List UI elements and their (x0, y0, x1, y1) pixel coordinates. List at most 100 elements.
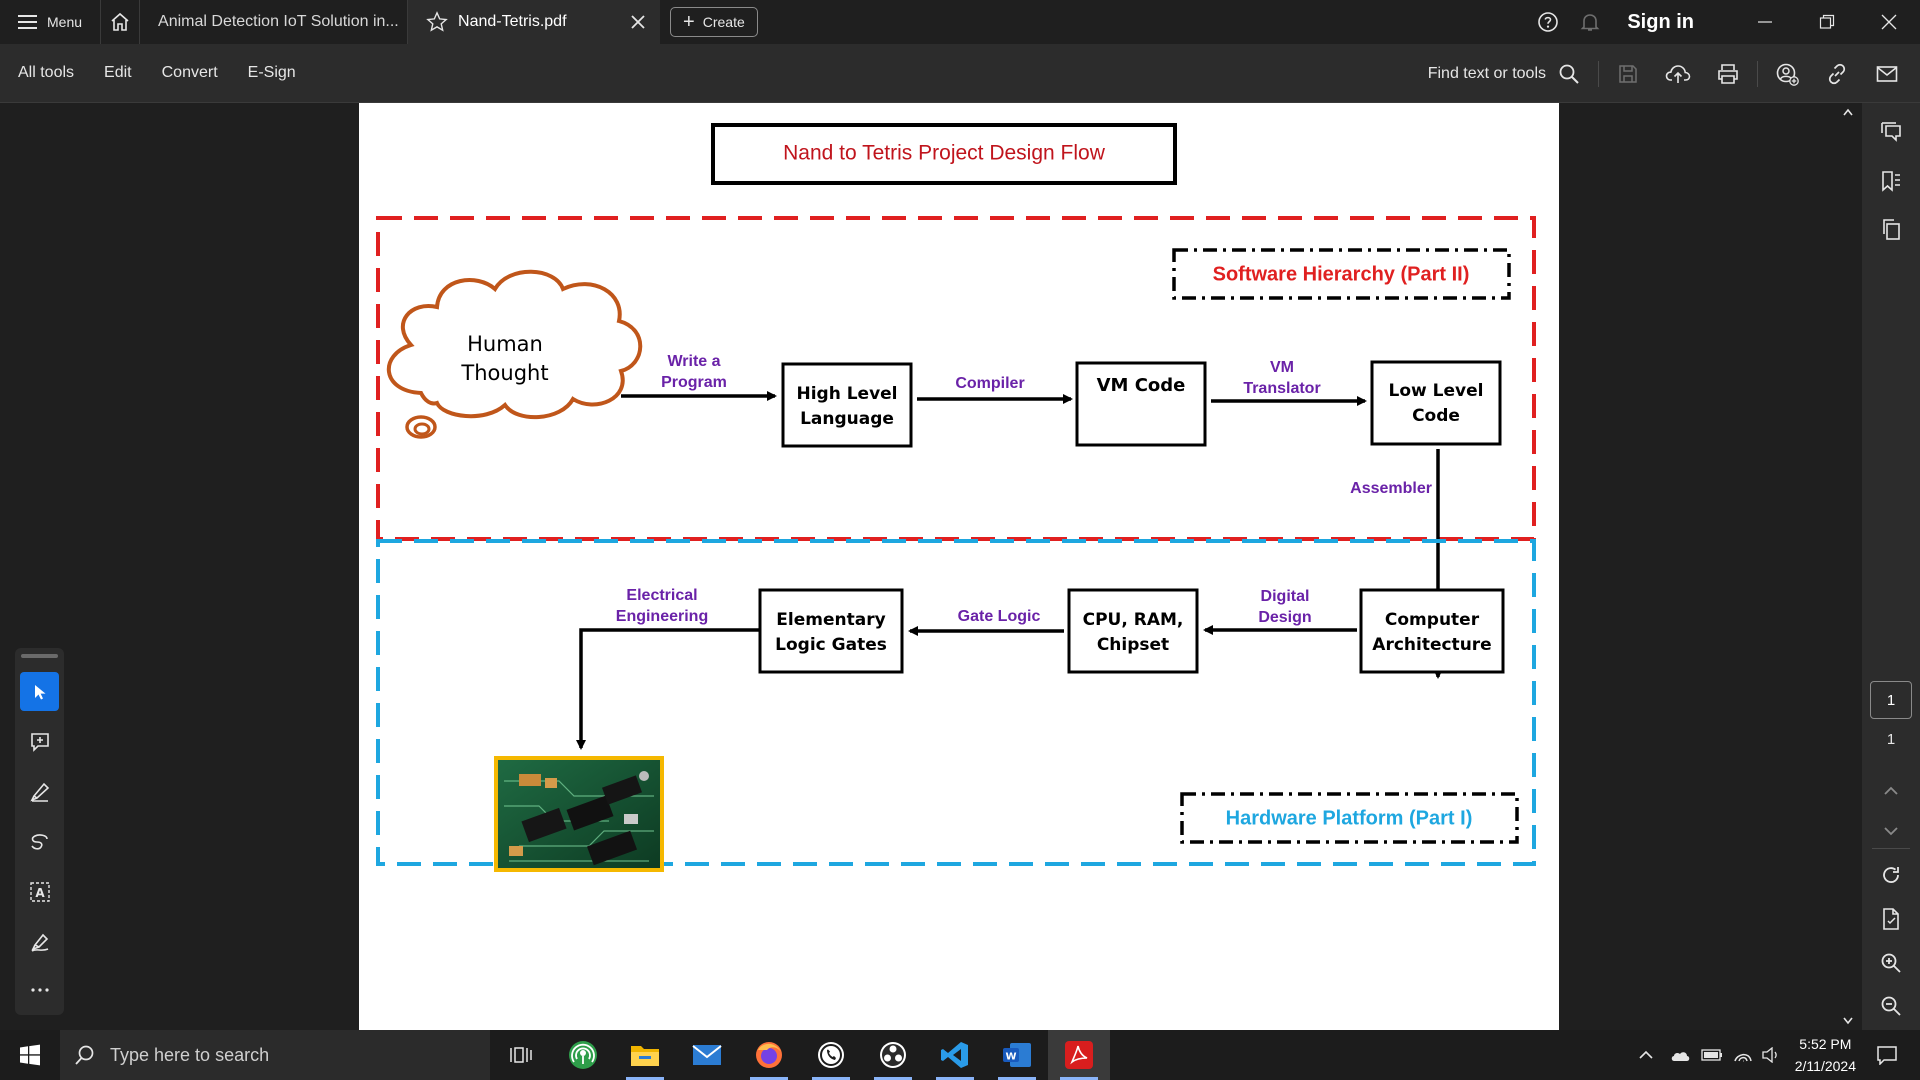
all-tools-menu[interactable]: All tools (18, 64, 74, 82)
print-button[interactable] (1703, 44, 1753, 103)
cloud-text-line: Thought (460, 361, 548, 385)
taskbar-app-vscode[interactable] (924, 1030, 986, 1080)
taskbar-app-podcast[interactable] (552, 1030, 614, 1080)
link-icon (1828, 63, 1846, 84)
chevron-up-icon (1884, 786, 1898, 795)
email-button[interactable] (1862, 44, 1912, 103)
freehand-draw-icon (30, 833, 48, 850)
chevron-up-icon[interactable] (1637, 1048, 1655, 1062)
cursor-arrow-icon (34, 684, 45, 699)
bookmarks-panel-button[interactable] (1871, 161, 1911, 201)
wifi-icon[interactable] (1733, 1047, 1753, 1063)
printer-icon (1718, 63, 1738, 84)
copy-link-button[interactable] (1812, 44, 1862, 103)
zoom-in-button[interactable] (1871, 943, 1911, 983)
restore-button[interactable] (1796, 0, 1858, 44)
close-tab-icon[interactable] (628, 12, 648, 32)
volume-icon[interactable] (1761, 1047, 1781, 1063)
comments-icon (1881, 122, 1901, 142)
box-cpu-ram-chipset (1067, 588, 1199, 674)
taskbar-app-mail[interactable] (676, 1030, 738, 1080)
next-page-button[interactable] (1871, 811, 1911, 851)
arrow-electrical-engineering (576, 628, 760, 750)
rotate-button[interactable] (1871, 855, 1911, 895)
box-text: Chipset (1097, 635, 1169, 655)
obs-studio-icon (880, 1042, 906, 1068)
close-icon (1881, 14, 1897, 30)
onedrive-icon[interactable] (1669, 1048, 1691, 1062)
taskbar-app-whatsapp[interactable] (800, 1030, 862, 1080)
close-window-button[interactable] (1858, 0, 1920, 44)
page-display-button[interactable] (1871, 899, 1911, 939)
clock[interactable]: 5:52 PM 2/11/2024 (1795, 1033, 1856, 1077)
signature-pen-icon (30, 933, 48, 952)
main-toolbar: All tools Edit Convert E-Sign Find text … (0, 44, 1920, 103)
find-text-button[interactable]: Find text or tools (1428, 65, 1546, 83)
tab-nand-tetris[interactable]: Nand-Tetris.pdf (408, 0, 661, 44)
more-tools-button[interactable] (20, 970, 59, 1009)
box-text: Low Level (1389, 381, 1484, 401)
text-box-tool-button[interactable]: A (20, 872, 59, 911)
box-text: CPU, RAM, (1083, 610, 1184, 630)
zoom-out-button[interactable] (1871, 986, 1911, 1026)
svg-text:A: A (35, 886, 45, 900)
highlight-tool-button[interactable] (20, 772, 59, 811)
tab-animal-detection[interactable]: Animal Detection IoT Solution in... (140, 0, 409, 44)
convert-menu[interactable]: Convert (162, 64, 218, 82)
menu-button[interactable]: Menu (0, 0, 100, 44)
add-comment-button[interactable] (20, 722, 59, 761)
notification-bell-icon[interactable] (1579, 11, 1601, 33)
save-button[interactable] (1603, 44, 1653, 103)
star-icon[interactable] (426, 11, 448, 33)
esign-menu[interactable]: E-Sign (248, 64, 296, 82)
more-options-icon (30, 987, 49, 992)
draw-tool-button[interactable] (20, 822, 59, 861)
mail-icon (1876, 65, 1898, 82)
box-high-level-language (781, 362, 913, 448)
upload-button[interactable] (1653, 44, 1703, 103)
start-button[interactable] (0, 1030, 60, 1080)
minimize-icon (1758, 21, 1772, 23)
search-icon (75, 1045, 94, 1065)
scroll-down-icon[interactable] (1837, 1014, 1859, 1028)
label-vm-translator: Translator (1243, 380, 1320, 397)
refresh-icon (1883, 867, 1899, 883)
menu-label: Menu (47, 14, 83, 30)
taskbar-app-acrobat[interactable] (1048, 1030, 1110, 1080)
taskbar-app-word[interactable]: W (986, 1030, 1048, 1080)
box-text: Code (1412, 406, 1460, 426)
taskbar-app-file-explorer[interactable] (614, 1030, 676, 1080)
box-text: Elementary (776, 610, 885, 630)
taskbar-app-obs[interactable] (862, 1030, 924, 1080)
create-button[interactable]: + Create (670, 7, 758, 37)
share-with-people-button[interactable] (1762, 44, 1812, 103)
previous-page-button[interactable] (1871, 771, 1911, 811)
edit-menu[interactable]: Edit (104, 64, 132, 82)
drag-handle[interactable] (21, 654, 58, 658)
notification-center-icon[interactable] (1876, 1045, 1898, 1065)
taskbar-app-firefox[interactable] (738, 1030, 800, 1080)
chevron-down-icon (1884, 827, 1898, 836)
scroll-up-icon[interactable] (1837, 105, 1859, 119)
help-icon[interactable] (1537, 11, 1559, 33)
design-flow-diagram: Nand to Tetris Project Design Flow Softw… (376, 123, 1536, 872)
circuit-board-image (494, 756, 664, 872)
tab-label: Nand-Tetris.pdf (458, 13, 567, 30)
select-tool-button[interactable] (20, 672, 59, 711)
sign-tool-button[interactable] (20, 922, 59, 961)
box-computer-architecture (1359, 588, 1505, 674)
home-button[interactable] (100, 0, 141, 44)
search-icon[interactable] (1558, 63, 1580, 85)
comments-panel-button[interactable] (1871, 113, 1911, 153)
vertical-scrollbar[interactable] (1837, 103, 1859, 1030)
minimize-button[interactable] (1734, 0, 1796, 44)
windows-logo-icon (20, 1044, 40, 1066)
firefox-icon (756, 1042, 782, 1068)
home-icon (111, 12, 129, 31)
current-page-input[interactable]: 1 (1870, 681, 1912, 719)
pages-panel-button[interactable] (1871, 209, 1911, 249)
battery-icon[interactable] (1701, 1048, 1723, 1062)
task-view-button[interactable] (490, 1030, 552, 1080)
taskbar-search[interactable]: Type here to search (60, 1030, 490, 1080)
sign-in-button[interactable]: Sign in (1627, 11, 1694, 34)
